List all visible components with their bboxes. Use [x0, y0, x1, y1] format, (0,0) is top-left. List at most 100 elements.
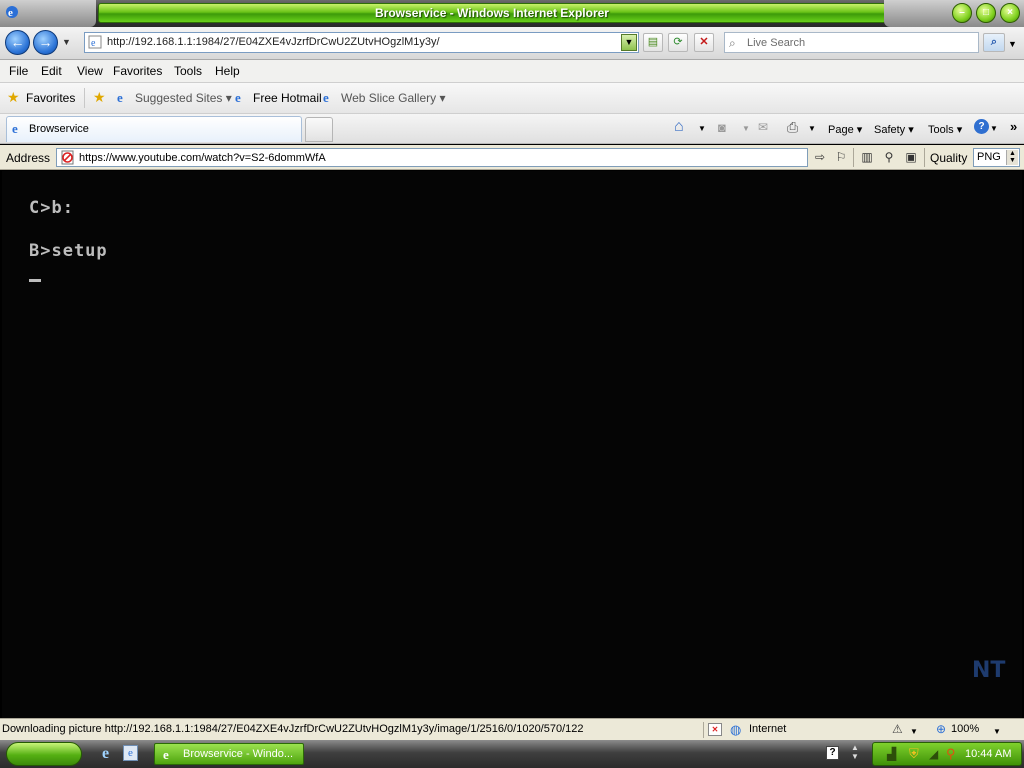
- taskbar: e e e Browservice - Windo... ? ▲ ▼ ▟ ⛨ ◢ …: [0, 740, 1024, 768]
- close-window-button[interactable]: ×: [1000, 3, 1020, 23]
- zoom-dropdown[interactable]: ▼: [993, 727, 1001, 736]
- search-icon: ⌕: [990, 36, 998, 48]
- find-binoculars-icon[interactable]: ⚲: [880, 149, 898, 166]
- menu-favorites[interactable]: Favorites: [113, 64, 162, 78]
- more-commands-chevron[interactable]: »: [1010, 119, 1017, 134]
- favorites-bar: ★ Favorites ★ e Suggested Sites ▾ e Free…: [0, 83, 1024, 114]
- url-text: http://192.168.1.1:1984/27/E04ZXE4vJzrfD…: [107, 36, 440, 48]
- search-placeholder: Live Search: [747, 37, 806, 49]
- quality-select[interactable]: PNG ▲ ▼: [973, 148, 1020, 167]
- tab-row: e Browservice ⌂ ▼ ◙ ▼ ✉ ⎙ ▼ Page ▾ Safet…: [0, 114, 1024, 144]
- quicklaunch-ie-icon[interactable]: e: [102, 745, 109, 763]
- internet-explorer-icon[interactable]: e: [4, 4, 20, 20]
- toolbar-divider: [853, 148, 854, 167]
- print-icon[interactable]: ⎙: [787, 119, 798, 136]
- stop-button[interactable]: ✕: [694, 33, 714, 52]
- menu-edit[interactable]: Edit: [41, 64, 62, 78]
- protected-mode-dropdown[interactable]: ▼: [910, 727, 918, 736]
- task-ie-icon: e: [163, 747, 169, 762]
- free-hotmail-link[interactable]: Free Hotmail: [253, 91, 322, 105]
- blocked-page-icon: [61, 150, 74, 165]
- free-hotmail-icon: e: [235, 90, 241, 105]
- console-line: B>setup: [29, 241, 108, 261]
- help-icon[interactable]: ?: [974, 119, 989, 134]
- suggested-sites-icon: e: [117, 90, 123, 105]
- close-icon: ×: [1007, 7, 1013, 18]
- minimize-icon: –: [959, 7, 965, 18]
- safety-menu[interactable]: Safety ▾: [874, 123, 914, 136]
- url-dropdown-button[interactable]: ▼: [621, 34, 637, 51]
- menu-help[interactable]: Help: [215, 64, 240, 78]
- compatibility-view-button[interactable]: ▤: [643, 33, 663, 52]
- globe-icon: ◍: [730, 722, 742, 737]
- tools-menu[interactable]: Tools ▾: [928, 123, 962, 136]
- help-tray-icon[interactable]: ?: [826, 746, 839, 760]
- forward-arrow-icon: →: [38, 34, 53, 50]
- address-label: Address: [6, 151, 51, 165]
- security-blocked-icon[interactable]: ✕: [708, 723, 722, 736]
- stop-icon: ✕: [699, 36, 709, 48]
- minimize-button[interactable]: –: [952, 3, 972, 23]
- menu-tools[interactable]: Tools: [174, 64, 202, 78]
- bookmark-icon[interactable]: ⚐: [832, 149, 850, 166]
- new-tab-button[interactable]: [305, 117, 333, 142]
- status-bar: Downloading picture http://192.168.1.1:1…: [0, 718, 1024, 740]
- back-button[interactable]: ←: [5, 30, 30, 55]
- print-dropdown[interactable]: ▼: [808, 124, 816, 133]
- search-options-dropdown[interactable]: ▼: [1008, 39, 1017, 49]
- maximize-button[interactable]: □: [976, 3, 996, 23]
- quality-spinner-icon[interactable]: ▲ ▼: [1006, 150, 1018, 165]
- home-icon[interactable]: ⌂: [674, 118, 684, 136]
- favorites-star-icon: ★: [7, 89, 20, 105]
- compatibility-icon: ▤: [647, 36, 659, 48]
- menu-view[interactable]: View: [77, 64, 103, 78]
- refresh-button[interactable]: ⟳: [668, 33, 688, 52]
- taskbar-item-browservice[interactable]: e Browservice - Windo...: [154, 743, 304, 765]
- page-icon: e: [88, 35, 102, 49]
- clipboard-icon[interactable]: ▣: [902, 149, 920, 166]
- start-button[interactable]: [6, 742, 82, 766]
- tab-favicon: e: [12, 121, 18, 136]
- forward-button[interactable]: →: [33, 30, 58, 55]
- menu-bar: File Edit View Favorites Tools Help: [0, 60, 1024, 83]
- quicklaunch-desktop-icon[interactable]: e: [123, 745, 138, 761]
- go-arrow-icon[interactable]: ⇨: [811, 149, 829, 166]
- add-to-favorites-icon[interactable]: ★: [93, 89, 106, 106]
- feeds-icon[interactable]: ◙: [718, 120, 726, 135]
- protected-mode-icon[interactable]: ⚠: [892, 722, 903, 736]
- quality-label: Quality: [930, 151, 968, 165]
- read-mail-icon[interactable]: ✉: [758, 120, 768, 134]
- favorites-button[interactable]: Favorites: [26, 91, 75, 105]
- help-dropdown[interactable]: ▼: [990, 124, 998, 133]
- network-tray-icon[interactable]: ▟: [887, 747, 896, 761]
- zoom-level[interactable]: 100%: [951, 723, 979, 735]
- console-screen[interactable]: C>b: B>setup NT: [2, 171, 1022, 718]
- security-shield-icon[interactable]: ⛨: [909, 746, 919, 762]
- search-button[interactable]: ⌕: [983, 33, 1005, 52]
- title-right-cap: – □ ×: [884, 0, 1024, 27]
- tab-browservice[interactable]: e Browservice: [6, 116, 302, 142]
- task-label: Browservice - Windo...: [183, 748, 294, 760]
- live-search-input[interactable]: ⌕ Live Search: [724, 32, 979, 53]
- recent-pages-dropdown[interactable]: ▼: [62, 37, 71, 47]
- status-divider: [703, 722, 704, 738]
- clock[interactable]: 10:44 AM: [965, 748, 1011, 760]
- web-slice-gallery-link[interactable]: Web Slice Gallery ▾: [341, 91, 446, 105]
- title-bar: e Browservice - Windows Internet Explore…: [0, 0, 1024, 27]
- address-input[interactable]: https://www.youtube.com/watch?v=S2-6domm…: [56, 148, 808, 167]
- search-tray-icon[interactable]: ⚲: [946, 746, 956, 762]
- home-dropdown[interactable]: ▼: [698, 124, 706, 133]
- tab-label: Browservice: [29, 123, 89, 135]
- page-menu[interactable]: Page ▾: [828, 123, 862, 136]
- volume-tray-icon[interactable]: ◢: [929, 747, 938, 761]
- find-page-icon[interactable]: ▥: [858, 149, 876, 166]
- nt-logo: NT: [972, 658, 1006, 683]
- menu-file[interactable]: File: [9, 64, 28, 78]
- back-arrow-icon: ←: [10, 34, 25, 50]
- feeds-dropdown[interactable]: ▼: [742, 124, 750, 133]
- suggested-sites-link[interactable]: Suggested Sites ▾: [135, 91, 232, 105]
- web-slice-gallery-icon: e: [323, 90, 329, 105]
- url-field[interactable]: e http://192.168.1.1:1984/27/E04ZXE4vJzr…: [84, 32, 639, 53]
- tray-expand-icon[interactable]: ▲ ▼: [851, 743, 859, 761]
- svg-text:e: e: [91, 38, 96, 49]
